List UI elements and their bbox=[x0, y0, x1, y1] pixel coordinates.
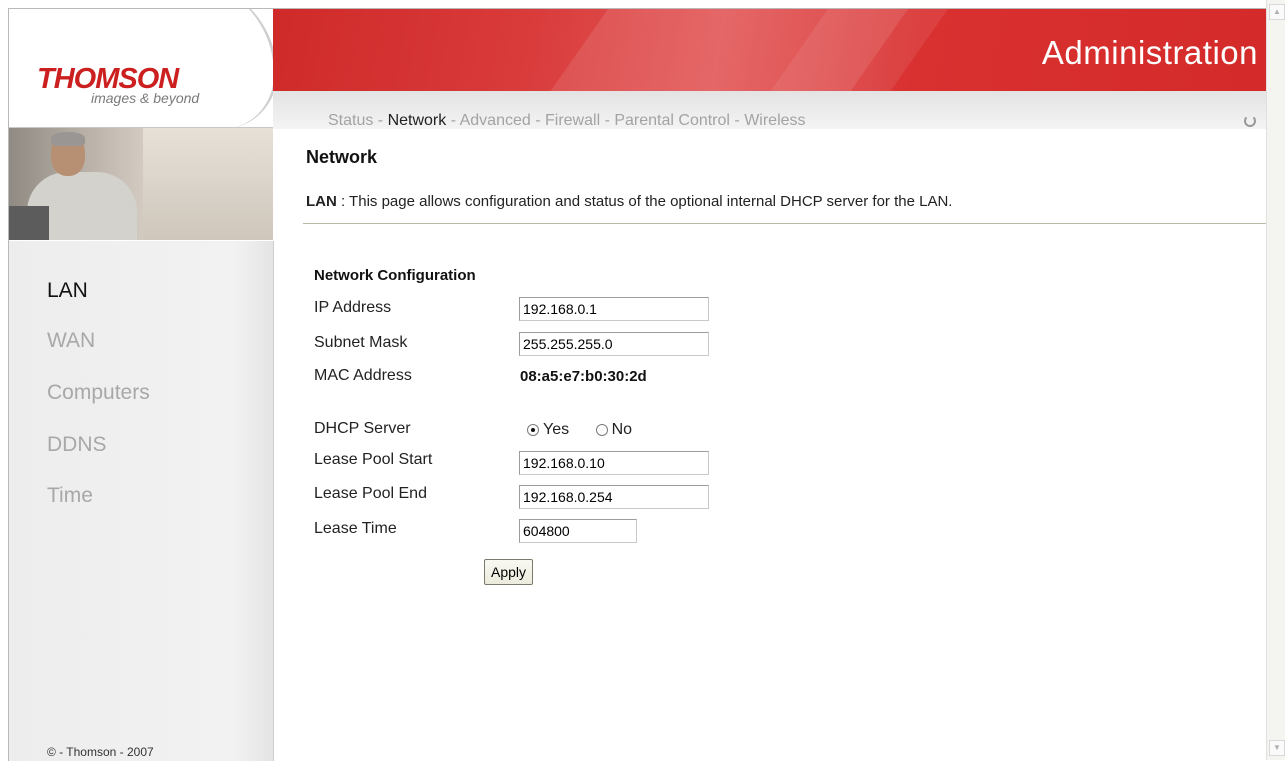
tab-parental-control[interactable]: Parental Control bbox=[614, 112, 730, 129]
divider bbox=[303, 223, 1266, 224]
tab-firewall[interactable]: Firewall bbox=[545, 112, 600, 129]
ip-address-label: IP Address bbox=[314, 299, 392, 316]
mac-address-value: 08:a5:e7:b0:30:2d bbox=[520, 368, 647, 385]
logo-tagline: images & beyond bbox=[91, 90, 200, 106]
desc-text: : This page allows configuration and sta… bbox=[336, 193, 953, 210]
lease-pool-start-input[interactable] bbox=[519, 451, 709, 475]
ip-address-input[interactable] bbox=[519, 297, 709, 321]
dhcp-server-label: DHCP Server bbox=[314, 420, 411, 437]
lease-time-label: Lease Time bbox=[314, 520, 397, 537]
dhcp-yes-label: Yes bbox=[543, 421, 570, 438]
mac-address-label: MAC Address bbox=[314, 367, 412, 384]
sidebar: LAN WAN Computers DDNS Time © - Thomson … bbox=[9, 241, 274, 761]
dhcp-yes-radio[interactable] bbox=[527, 424, 539, 436]
header-photo bbox=[9, 128, 273, 240]
sidebar-item-lan[interactable]: LAN bbox=[47, 279, 88, 303]
header-banner: Administration bbox=[273, 9, 1266, 91]
top-menu-bar: Status - Network - Advanced - Firewall -… bbox=[273, 91, 1266, 129]
dhcp-no-radio[interactable] bbox=[595, 424, 608, 436]
lease-time-input[interactable] bbox=[519, 519, 637, 543]
lease-pool-end-input[interactable] bbox=[519, 485, 709, 509]
router-admin-page: THOMSON images & beyond LAN WAN Computer… bbox=[8, 8, 1266, 761]
copyright: © - Thomson - 2007 bbox=[47, 745, 154, 759]
lease-pool-end-label: Lease Pool End bbox=[314, 485, 427, 502]
page-header-title: Administration bbox=[1041, 34, 1258, 71]
sidebar-item-time[interactable]: Time bbox=[47, 484, 93, 508]
tab-wireless[interactable]: Wireless bbox=[744, 112, 805, 129]
logo-area: THOMSON images & beyond bbox=[9, 9, 277, 129]
scroll-down-icon[interactable]: ▼ bbox=[1269, 740, 1285, 756]
scroll-up-icon[interactable]: ▲ bbox=[1269, 4, 1285, 20]
dhcp-server-radio-group: Yes No bbox=[527, 421, 654, 439]
subnet-mask-label: Subnet Mask bbox=[314, 334, 408, 351]
loading-icon bbox=[1244, 115, 1256, 127]
vertical-scrollbar[interactable]: ▲ ▼ bbox=[1266, 0, 1285, 760]
tab-status[interactable]: Status bbox=[328, 112, 373, 129]
sidebar-item-ddns[interactable]: DDNS bbox=[47, 433, 107, 457]
lease-pool-start-label: Lease Pool Start bbox=[314, 451, 433, 468]
sidebar-item-computers[interactable]: Computers bbox=[47, 381, 150, 405]
apply-button[interactable]: Apply bbox=[484, 559, 534, 585]
tab-network[interactable]: Network bbox=[388, 112, 447, 129]
page-title: Network bbox=[306, 147, 378, 167]
desc-label: LAN bbox=[306, 193, 337, 210]
top-menu: Status - Network - Advanced - Firewall -… bbox=[328, 112, 806, 129]
section-title: Network Configuration bbox=[314, 267, 476, 284]
dhcp-no-label: No bbox=[611, 421, 633, 438]
subnet-mask-input[interactable] bbox=[519, 332, 709, 356]
page-description: LAN : This page allows configuration and… bbox=[306, 193, 952, 210]
tab-advanced[interactable]: Advanced bbox=[460, 112, 531, 129]
sidebar-item-wan[interactable]: WAN bbox=[47, 329, 95, 353]
